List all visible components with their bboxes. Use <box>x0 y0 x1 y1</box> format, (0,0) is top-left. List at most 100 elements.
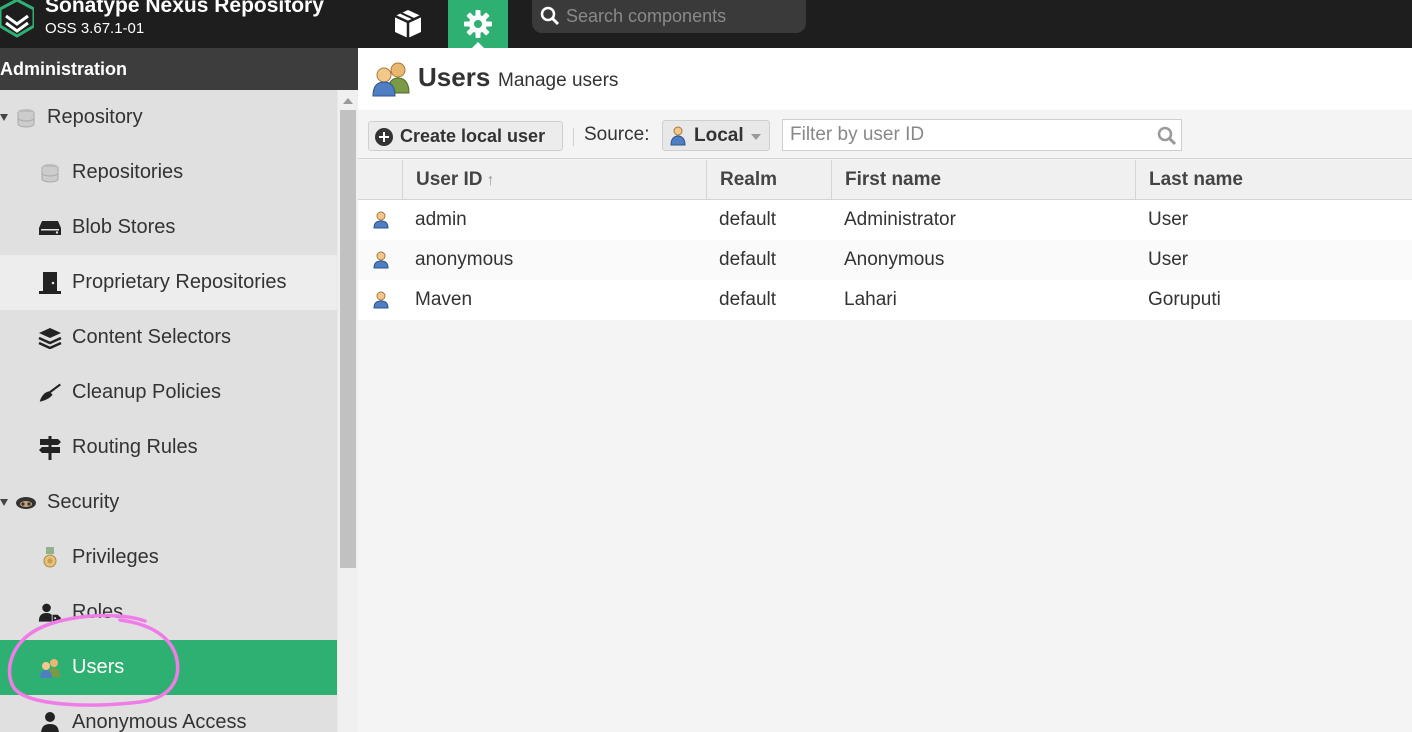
table-row[interactable]: anonymous default Anonymous User <box>358 240 1412 280</box>
nav-item-content-selectors[interactable]: Content Selectors <box>0 310 337 365</box>
nav-label: Security <box>47 491 120 513</box>
filter-user-id-input[interactable] <box>790 123 1150 147</box>
nav-label: Repository <box>47 106 143 128</box>
source-value: Local <box>694 125 744 146</box>
scrollbar-thumb[interactable] <box>340 110 356 568</box>
users-grid-header: User ID ↑ Realm First name Last name <box>358 160 1412 200</box>
column-header-first-name[interactable]: First name <box>831 160 1135 200</box>
cell-user-id: admin <box>415 209 467 230</box>
user-tag-icon <box>38 601 62 625</box>
column-header-user-id[interactable]: User ID ↑ <box>402 160 706 200</box>
sidebar-scrollbar[interactable] <box>338 90 358 732</box>
users-icon <box>38 656 62 680</box>
nav-item-blob-stores[interactable]: Blob Stores <box>0 200 337 255</box>
nav-label: Routing Rules <box>72 436 198 458</box>
administration-button[interactable] <box>448 0 508 48</box>
cell-realm: default <box>719 289 777 310</box>
user-icon <box>670 126 686 146</box>
nav-label: Cleanup Policies <box>72 381 221 403</box>
expand-arrow-icon[interactable] <box>0 499 8 506</box>
top-bar: Sonatype Nexus Repository OSS 3.67.1-01 <box>0 0 1412 48</box>
search-components-box[interactable] <box>532 0 806 33</box>
users-icon <box>372 62 410 97</box>
nav-item-cleanup-policies[interactable]: Cleanup Policies <box>0 365 337 420</box>
cell-first-name: Administrator <box>844 209 956 230</box>
spy-icon <box>14 491 38 515</box>
nav-item-privileges[interactable]: Privileges <box>0 530 337 585</box>
cell-first-name: Lahari <box>844 289 897 310</box>
column-header-last-name[interactable]: Last name <box>1135 160 1412 200</box>
column-header-realm[interactable]: Realm <box>706 160 831 200</box>
database-icon <box>14 106 38 130</box>
sort-ascending-icon: ↑ <box>486 172 495 189</box>
nav-label: Privileges <box>72 546 159 568</box>
nav-item-security[interactable]: Security <box>0 475 337 530</box>
nav-label: Anonymous Access <box>72 711 247 732</box>
cell-realm: default <box>719 249 777 270</box>
nav-item-proprietary-repositories[interactable]: Proprietary Repositories <box>0 255 337 310</box>
layers-icon <box>38 326 62 350</box>
nav-label: Blob Stores <box>72 216 176 238</box>
sidebar: Administration Repository Repositories B… <box>0 48 358 732</box>
scroll-up-arrow-icon[interactable] <box>343 98 353 104</box>
medal-icon <box>38 546 62 570</box>
broom-icon <box>38 381 62 405</box>
nav-item-users[interactable]: Users <box>0 640 337 695</box>
page-title: Users <box>418 62 491 92</box>
nav-item-routing-rules[interactable]: Routing Rules <box>0 420 337 475</box>
user-icon <box>373 291 389 309</box>
cell-last-name: Goruputi <box>1148 289 1221 310</box>
cube-icon <box>394 10 422 38</box>
search-icon <box>1157 126 1177 146</box>
page-subtitle: Manage users <box>498 70 619 91</box>
chevron-down-icon <box>751 134 761 140</box>
app-title: Sonatype Nexus Repository <box>45 0 324 17</box>
nav-label: Content Selectors <box>72 326 231 348</box>
page-header: Users Manage users <box>358 48 1412 110</box>
nav-item-repositories[interactable]: Repositories <box>0 145 337 200</box>
filter-user-id-box[interactable] <box>782 119 1182 151</box>
user-icon <box>373 211 389 229</box>
nav-label: Proprietary Repositories <box>72 271 287 293</box>
search-icon <box>540 6 560 26</box>
cell-last-name: User <box>1148 249 1189 270</box>
plus-circle-icon <box>375 128 393 146</box>
door-icon <box>38 271 62 295</box>
toolbar-separator <box>573 128 574 146</box>
column-header-label: User ID <box>416 169 483 190</box>
create-local-user-button[interactable]: Create local user <box>368 121 563 151</box>
nav-label: Repositories <box>72 161 184 183</box>
source-label: Source: <box>584 124 650 145</box>
app-version: OSS 3.67.1-01 <box>45 20 145 37</box>
gear-icon <box>464 10 492 38</box>
user-icon <box>38 711 62 732</box>
column-header-label: First name <box>845 169 942 190</box>
table-row[interactable]: Maven default Lahari Goruputi <box>358 280 1412 320</box>
sidebar-header: Administration <box>0 48 358 90</box>
create-local-user-label: Create local user <box>400 126 546 146</box>
sonatype-logo-icon <box>0 0 34 38</box>
column-header-label: Last name <box>1149 169 1243 190</box>
cell-realm: default <box>719 209 777 230</box>
signpost-icon <box>38 435 62 460</box>
nav-item-roles[interactable]: Roles <box>0 585 337 640</box>
admin-nav-tree: Repository Repositories Blob Stores Prop… <box>0 90 337 732</box>
cell-last-name: User <box>1148 209 1189 230</box>
hard-drive-icon <box>38 216 62 240</box>
nav-label: Users <box>72 656 125 678</box>
main-panel: Users Manage users Create local user Sou… <box>358 48 1412 732</box>
user-icon <box>373 251 389 269</box>
nav-item-repository[interactable]: Repository <box>0 90 337 145</box>
nav-item-anonymous-access[interactable]: Anonymous Access <box>0 695 337 732</box>
source-select[interactable]: Local <box>662 120 770 151</box>
cell-user-id: anonymous <box>415 249 514 270</box>
search-components-input[interactable] <box>566 4 796 28</box>
column-header-label: Realm <box>720 169 778 190</box>
users-toolbar: Create local user Source: Local <box>358 110 1412 159</box>
nav-label: Roles <box>72 601 124 623</box>
cell-first-name: Anonymous <box>844 249 945 270</box>
browse-button[interactable] <box>378 0 438 48</box>
database-icon <box>38 161 62 185</box>
expand-arrow-icon[interactable] <box>0 114 8 121</box>
table-row[interactable]: admin default Administrator User <box>358 200 1412 240</box>
